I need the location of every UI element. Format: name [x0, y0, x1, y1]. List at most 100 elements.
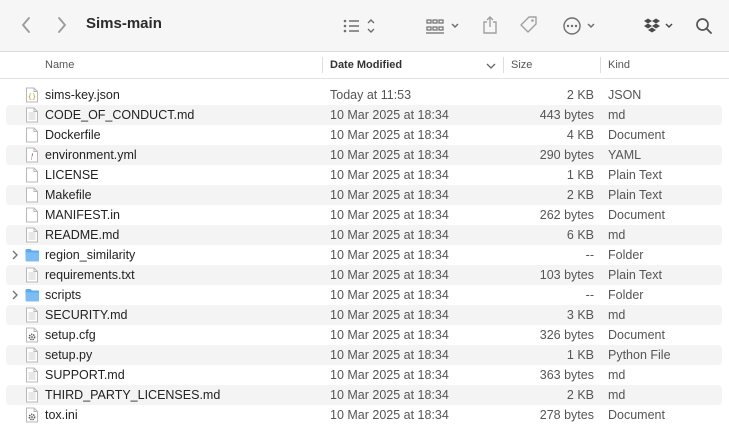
file-kind: md [608, 228, 626, 242]
file-date-modified: 10 Mar 2025 at 18:34 [330, 368, 449, 382]
text-file-icon [26, 227, 38, 243]
file-kind: md [608, 108, 626, 122]
file-name: README.md [45, 228, 120, 242]
more-actions-button[interactable] [560, 14, 600, 38]
file-name: setup.cfg [45, 328, 96, 342]
text-file-icon [26, 347, 38, 363]
file-name: SECURITY.md [45, 308, 128, 322]
file-date-modified: 10 Mar 2025 at 18:34 [330, 248, 449, 262]
column-header-date-modified[interactable]: Date Modified [330, 52, 498, 78]
chevron-left-icon [22, 17, 30, 33]
file-size: 262 bytes [539, 208, 594, 222]
file-size: 6 KB [566, 228, 594, 242]
file-row[interactable]: requirements.txt 10 Mar 2025 at 18:34 103 … [6, 265, 722, 285]
blank-file-icon [26, 187, 38, 203]
forward-button[interactable] [52, 14, 72, 36]
file-kind: Folder [608, 288, 644, 302]
file-size: -- [585, 248, 594, 262]
file-date-modified: 10 Mar 2025 at 18:34 [330, 388, 449, 402]
ellipsis-circle-icon [563, 17, 595, 35]
group-button[interactable] [422, 14, 464, 38]
column-header-size-label: Size [511, 59, 533, 71]
file-date-modified: 10 Mar 2025 at 18:34 [330, 168, 449, 182]
file-kind: Folder [608, 248, 644, 262]
column-header-date-label: Date Modified [330, 59, 403, 71]
file-kind: Document [608, 328, 665, 342]
column-header-kind[interactable]: Kind [608, 52, 718, 78]
folder-row[interactable]: scripts 10 Mar 2025 at 18:34 -- Folder [6, 285, 722, 305]
file-kind: Plain Text [608, 168, 662, 182]
file-date-modified: Today at 11:53 [330, 88, 412, 102]
file-kind: md [608, 368, 626, 382]
folder-row[interactable]: region_similarity 10 Mar 2025 at 18:34 -- F… [6, 245, 722, 265]
file-kind: JSON [608, 88, 642, 102]
folder-icon [25, 249, 39, 262]
file-row[interactable]: Makefile 10 Mar 2025 at 18:34 2 KB Plain Te… [6, 185, 722, 205]
disclosure-chevron-icon[interactable] [10, 289, 20, 301]
file-size: -- [585, 288, 594, 302]
file-kind: Plain Text [608, 268, 662, 282]
file-row[interactable]: ! environment.yml 10 Mar 2025 at 18:34 290 … [6, 145, 722, 165]
file-row[interactable]: LICENSE 10 Mar 2025 at 18:34 1 KB Plain Tex… [6, 165, 722, 185]
share-button[interactable] [480, 13, 500, 37]
file-date-modified: 10 Mar 2025 at 18:34 [330, 208, 449, 222]
file-row[interactable]: THIRD_PARTY_LICENSES.md 10 Mar 2025 at 18… [6, 385, 722, 405]
file-name: SUPPORT.md [45, 368, 125, 382]
file-kind: Document [608, 128, 665, 142]
file-date-modified: 10 Mar 2025 at 18:34 [330, 268, 449, 282]
file-row[interactable]: setup.cfg 10 Mar 2025 at 18:34 326 bytes Do… [6, 325, 722, 345]
search-button[interactable] [692, 14, 716, 38]
gear-file-icon [26, 327, 38, 343]
file-size: 1 KB [566, 168, 594, 182]
blank-file-icon [26, 127, 38, 143]
file-name: sims-key.json [45, 88, 120, 102]
view-mode-button[interactable] [338, 14, 380, 38]
file-size: 278 bytes [539, 408, 594, 422]
file-kind: Document [608, 408, 665, 422]
file-name: MANIFEST.in [45, 208, 121, 222]
file-row[interactable]: README.md 10 Mar 2025 at 18:34 6 KB md [6, 225, 722, 245]
file-size: 290 bytes [539, 148, 594, 162]
column-divider[interactable] [600, 57, 601, 73]
column-header-name[interactable]: Name [45, 52, 320, 78]
grid-group-icon [426, 19, 459, 34]
file-row[interactable]: SUPPORT.md 10 Mar 2025 at 18:34 363 bytes m… [6, 365, 722, 385]
dropbox-button[interactable] [640, 14, 676, 38]
file-date-modified: 10 Mar 2025 at 18:34 [330, 348, 449, 362]
svg-text:!: ! [30, 153, 33, 162]
file-row[interactable]: Dockerfile 10 Mar 2025 at 18:34 4 KB Docume… [6, 125, 722, 145]
file-row[interactable]: MANIFEST.in 10 Mar 2025 at 18:34 262 bytes… [6, 205, 722, 225]
column-divider[interactable] [322, 57, 323, 73]
yaml-file-icon: ! [26, 147, 38, 163]
tag-icon [520, 16, 537, 33]
column-header-bar: Name Date Modified Size Kind [0, 52, 729, 79]
file-date-modified: 10 Mar 2025 at 18:34 [330, 228, 449, 242]
file-kind: Plain Text [608, 188, 662, 202]
file-row[interactable]: CODE_OF_CONDUCT.md 10 Mar 2025 at 18:34 44… [6, 105, 722, 125]
file-date-modified: 10 Mar 2025 at 18:34 [330, 288, 449, 302]
file-name: setup.py [45, 348, 93, 362]
folder-icon [25, 289, 39, 302]
file-kind: YAML [608, 148, 642, 162]
file-row[interactable]: {} sims-key.json Today at 11:53 2 KB JSON [6, 85, 722, 105]
file-row[interactable]: setup.py 10 Mar 2025 at 18:34 1 KB Python F… [6, 345, 722, 365]
file-kind: Document [608, 208, 665, 222]
file-name: THIRD_PARTY_LICENSES.md [45, 388, 221, 402]
file-size: 2 KB [566, 388, 594, 402]
file-name: environment.yml [45, 148, 137, 162]
back-button[interactable] [16, 14, 36, 36]
file-size: 326 bytes [539, 328, 594, 342]
file-size: 443 bytes [539, 108, 594, 122]
file-size: 4 KB [566, 128, 594, 142]
file-size: 363 bytes [539, 368, 594, 382]
tag-button[interactable] [518, 14, 540, 36]
file-row[interactable]: tox.ini 10 Mar 2025 at 18:34 278 bytes Docu… [6, 405, 722, 425]
file-date-modified: 10 Mar 2025 at 18:34 [330, 148, 449, 162]
file-name: Makefile [45, 188, 92, 202]
disclosure-chevron-icon[interactable] [10, 249, 20, 261]
column-divider[interactable] [503, 57, 504, 73]
file-date-modified: 10 Mar 2025 at 18:34 [330, 308, 449, 322]
file-date-modified: 10 Mar 2025 at 18:34 [330, 128, 449, 142]
column-header-size[interactable]: Size [511, 52, 596, 78]
file-row[interactable]: SECURITY.md 10 Mar 2025 at 18:34 3 KB md [6, 305, 722, 325]
